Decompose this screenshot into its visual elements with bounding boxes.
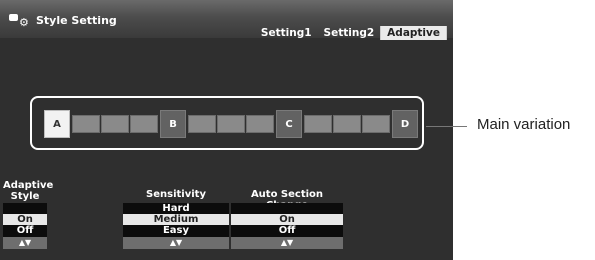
variation-frame: A B C D [30,96,424,150]
variation-step[interactable] [72,115,100,133]
variation-step[interactable] [333,115,361,133]
variation-step[interactable] [101,115,129,133]
callout-line [426,126,467,127]
tab-bar: Setting1 Setting2 Adaptive [255,26,447,40]
variation-step[interactable] [217,115,245,133]
tab-setting1[interactable]: Setting1 [255,26,318,40]
auto-section-change-arrows[interactable]: ▲▼ [231,237,343,249]
variation-track: A B C D [44,110,418,138]
variation-step[interactable] [188,115,216,133]
main-variation-callout: Main variation [477,116,571,133]
variation-node-c[interactable]: C [276,110,302,138]
auto-section-change-option-off[interactable]: Off [231,225,343,236]
variation-node-a[interactable]: A [44,110,70,138]
adaptive-style-arrows[interactable]: ▲▼ [3,237,47,249]
variation-node-d[interactable]: D [392,110,418,138]
variation-step[interactable] [246,115,274,133]
sensitivity-option-easy[interactable]: Easy [123,225,229,236]
auto-section-change-option-on[interactable]: On [231,214,343,225]
adaptive-style-option-on[interactable]: On [3,214,47,225]
sensitivity-label: Sensitivity [146,189,206,200]
sensitivity-selector[interactable]: Hard Medium Easy ▲▼ [123,203,229,249]
tab-setting2[interactable]: Setting2 [318,26,381,40]
auto-section-change-selector[interactable]: On Off ▲▼ [231,203,343,249]
style-setting-icon: ⚙ [8,12,32,28]
variation-step[interactable] [362,115,390,133]
variation-node-b[interactable]: B [160,110,186,138]
style-setting-screen: ⚙ Style Setting Setting1 Setting2 Adapti… [0,0,453,260]
adaptive-style-selector[interactable]: On Off ▲▼ [3,203,47,249]
adaptive-style-label: Adaptive Style [3,180,54,202]
variation-step[interactable] [130,115,158,133]
variation-step[interactable] [304,115,332,133]
header-bar: ⚙ Style Setting Setting1 Setting2 Adapti… [0,0,453,40]
sensitivity-option-hard[interactable]: Hard [123,203,229,214]
adaptive-style-label-line2: Style [10,191,40,202]
sensitivity-arrows[interactable]: ▲▼ [123,237,229,249]
title-bar: ⚙ Style Setting [8,10,117,30]
tab-adaptive[interactable]: Adaptive [380,26,447,40]
adaptive-style-option-off[interactable]: Off [3,225,47,236]
sensitivity-option-medium[interactable]: Medium [123,214,229,225]
adaptive-style-label-line1: Adaptive [3,180,54,191]
window-title: Style Setting [36,13,117,27]
